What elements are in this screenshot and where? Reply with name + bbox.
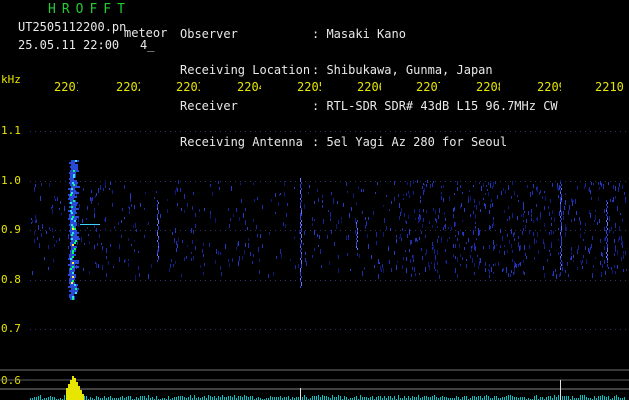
signal-strip (0, 369, 629, 400)
signal-spike (78, 386, 80, 400)
signal-marker (300, 388, 301, 400)
signal-spike (76, 382, 78, 400)
dot-grid (30, 131, 626, 330)
spectrogram-plot (0, 131, 629, 400)
signal-spike (72, 376, 74, 400)
signal-marker (560, 380, 561, 400)
signal-spike (74, 378, 76, 400)
signal-spike (82, 394, 84, 400)
signal-spike (80, 390, 82, 400)
signal-spike (70, 380, 72, 400)
signal-spike (66, 388, 68, 400)
signal-spike (68, 384, 70, 400)
